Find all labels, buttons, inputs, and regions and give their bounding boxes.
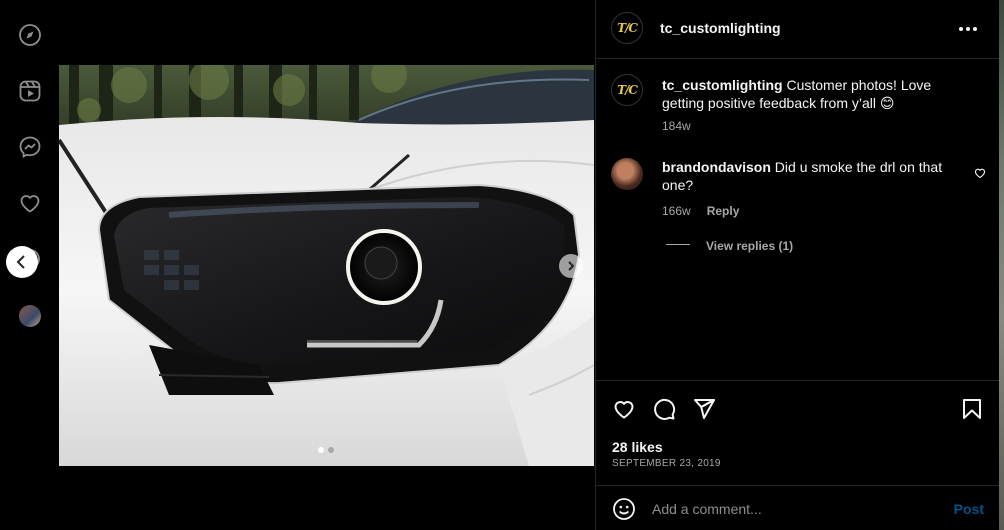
comment-age: 166w — [662, 204, 691, 218]
more-options-icon[interactable] — [956, 19, 980, 39]
share-icon[interactable] — [692, 397, 716, 421]
carousel-dot — [328, 447, 334, 453]
commenter-avatar[interactable] — [611, 158, 643, 190]
comments-section: T/C tc_customlighting Customer photos! L… — [596, 60, 1000, 380]
carousel-indicator — [318, 447, 334, 453]
comment-composer: Post — [596, 485, 1000, 530]
post-header: T/C tc_customlighting — [596, 0, 1000, 59]
caption-username[interactable]: tc_customlighting — [662, 77, 783, 93]
chevron-left-icon — [16, 255, 25, 269]
bookmark-icon[interactable] — [960, 397, 984, 421]
like-comment-icon[interactable] — [974, 167, 986, 179]
reels-icon[interactable] — [18, 79, 42, 103]
comment-username[interactable]: brandondavison — [662, 159, 771, 175]
post-details-panel: T/C tc_customlighting T/C tc_customlight… — [595, 0, 1000, 530]
heart-icon[interactable] — [18, 191, 42, 215]
avatar-initials: T/C — [617, 21, 638, 35]
like-icon[interactable] — [612, 397, 636, 421]
carousel-dot-active — [318, 447, 324, 453]
caption-age: 184w — [662, 119, 691, 133]
profile-avatar[interactable] — [19, 305, 41, 327]
background-window-edge — [999, 0, 1004, 530]
caption: tc_customlighting Customer photos! Love … — [662, 76, 972, 112]
post-comment-button[interactable]: Post — [954, 501, 984, 517]
chevron-right-icon — [568, 261, 575, 271]
comment-input[interactable] — [652, 498, 932, 520]
messenger-icon[interactable] — [18, 135, 42, 159]
compass-icon[interactable] — [18, 23, 42, 47]
post-actions: 28 likes SEPTEMBER 23, 2019 — [596, 380, 1000, 484]
post-photo — [59, 65, 594, 466]
avatar-initials: T/C — [617, 83, 638, 97]
comment-icon[interactable] — [652, 397, 676, 421]
comment-meta: 166w Reply — [662, 204, 739, 218]
view-replies-button[interactable]: View replies (1) — [706, 239, 793, 253]
previous-post-button[interactable] — [6, 246, 38, 278]
comment: brandondavison Did u smoke the drl on th… — [662, 158, 962, 194]
replies-divider — [666, 244, 690, 245]
caption-avatar[interactable]: T/C — [611, 74, 643, 106]
emoji-icon[interactable] — [612, 497, 636, 521]
author-avatar[interactable]: T/C — [611, 12, 643, 44]
header-username[interactable]: tc_customlighting — [660, 20, 781, 36]
post-date: SEPTEMBER 23, 2019 — [612, 458, 721, 469]
next-slide-button[interactable] — [559, 254, 583, 278]
like-count[interactable]: 28 likes — [612, 439, 663, 455]
reply-button[interactable]: Reply — [707, 204, 740, 218]
